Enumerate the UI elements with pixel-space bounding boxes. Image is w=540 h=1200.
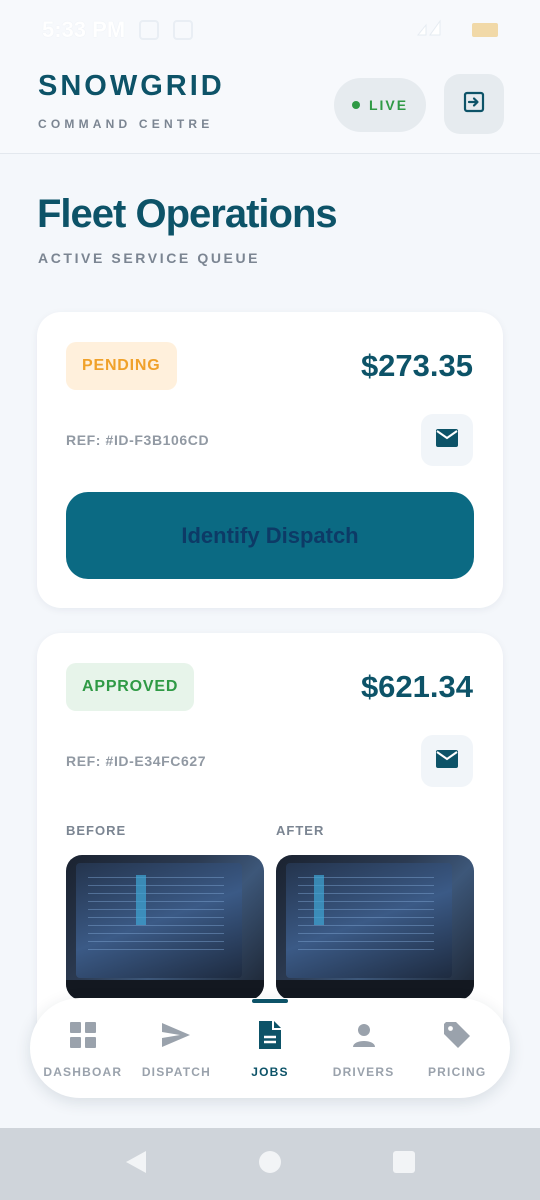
back-icon[interactable] [124,1149,148,1180]
email-button[interactable] [421,414,473,466]
battery-icon [472,23,498,37]
nav-label: DISPATCH [141,1065,211,1079]
signal-icon [416,17,460,43]
job-amount: $273.35 [360,348,473,383]
after-label: AFTER [276,823,325,838]
job-reference: REF: #ID-E34FC627 [66,753,207,769]
active-indicator [251,999,288,1003]
person-icon [351,1017,377,1053]
recents-icon[interactable] [392,1150,416,1179]
status-time: 5:33 PM [42,17,126,42]
live-status-pill[interactable]: LIVE [334,78,426,132]
app-header: SNOWGRID COMMAND CENTRE LIVE [0,60,540,154]
brand-subtitle: COMMAND CENTRE [38,117,214,131]
home-icon[interactable] [258,1150,282,1179]
document-icon [257,1017,283,1053]
nav-item-jobs[interactable]: JOBS [224,999,316,1079]
grid-icon [69,1017,97,1053]
exit-icon [462,90,486,119]
nav-label: DASHBOAR [43,1065,123,1079]
job-amount: $621.34 [360,669,473,704]
status-badge: APPROVED [66,663,195,711]
after-photo[interactable] [276,855,474,1000]
nav-label: PRICING [427,1065,487,1079]
before-photo[interactable] [66,855,264,1000]
job-card: PENDING $273.35 REF: #ID-F3B106CD Identi… [37,312,503,608]
before-label: BEFORE [66,823,127,838]
status-badge: PENDING [66,342,177,390]
job-card: APPROVED $621.34 REF: #ID-E34FC627 BEFOR… [37,633,503,1053]
bottom-navigation: DASHBOAR DISPATCH JOBS DRIVERS PRICING [30,998,510,1098]
brand-title: SNOWGRID [38,70,225,102]
job-reference: REF: #ID-F3B106CD [66,432,210,448]
nav-item-drivers[interactable]: DRIVERS [318,1017,410,1079]
gallery-icon [173,20,194,40]
nav-item-dashboard[interactable]: DASHBOAR [37,1017,129,1079]
status-bar: 5:33 PM [0,0,540,60]
nav-item-pricing[interactable]: PRICING [411,1017,503,1079]
email-button[interactable] [421,735,473,787]
exit-button[interactable] [444,74,504,134]
mail-icon [435,428,459,453]
brand: SNOWGRID COMMAND CENTRE [38,70,225,131]
system-navigation-bar [0,1128,540,1200]
page-subtitle: ACTIVE SERVICE QUEUE [38,250,261,266]
mail-icon [435,749,459,774]
identify-dispatch-button[interactable]: Identify Dispatch [66,492,474,579]
notification-icon [139,20,160,40]
page-title: Fleet Operations [37,192,338,236]
tag-icon [442,1017,472,1053]
send-icon [160,1017,192,1053]
nav-item-dispatch[interactable]: DISPATCH [130,1017,222,1079]
live-dot-icon [351,101,360,109]
nav-label: JOBS [251,1065,289,1079]
live-label: LIVE [368,97,409,113]
nav-label: DRIVERS [332,1065,395,1079]
